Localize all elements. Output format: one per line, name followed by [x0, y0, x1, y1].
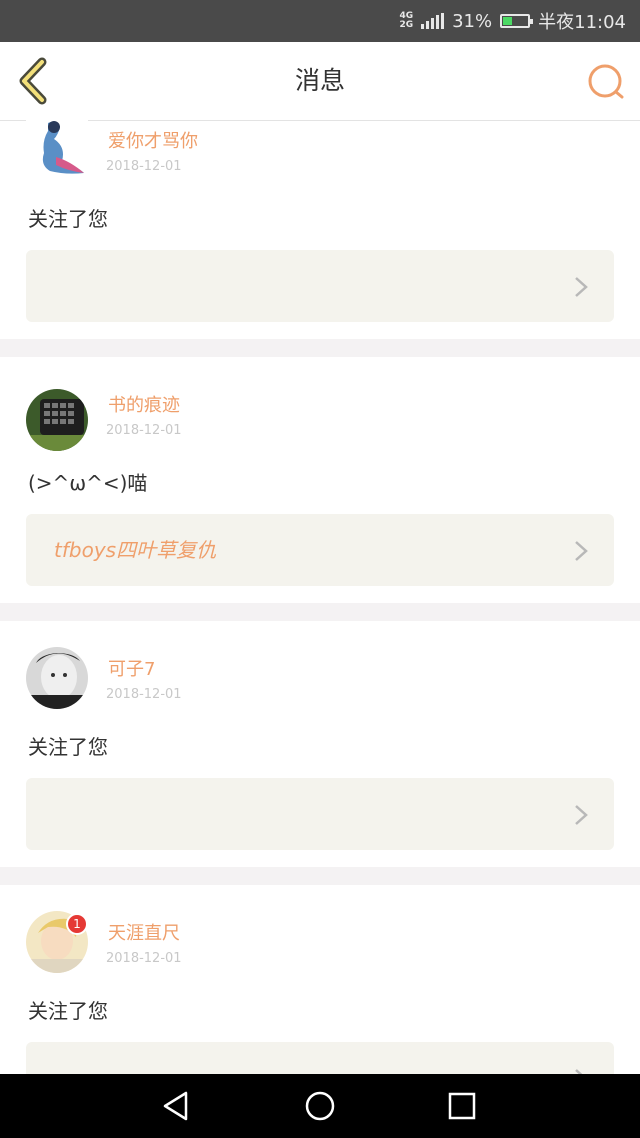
chevron-right-icon — [575, 805, 588, 825]
username[interactable]: 可子7 — [108, 655, 155, 681]
message-list: 爱你才骂你 2018-12-01 关注了您 书的痕迹 2018-12-01 (>… — [0, 117, 640, 1114]
search-button[interactable] — [586, 62, 626, 102]
message-date: 2018-12-01 — [106, 687, 182, 702]
list-item: 可子7 2018-12-01 关注了您 — [0, 621, 640, 867]
message-text: (>^ω^<)喵 — [28, 471, 148, 495]
message-date: 2018-12-01 — [106, 159, 182, 174]
circle-home-icon — [305, 1091, 335, 1121]
signal-icon — [421, 13, 445, 29]
battery-percent: 31% — [452, 10, 493, 32]
status-time: 半夜11:04 — [538, 12, 626, 33]
message-date: 2018-12-01 — [106, 423, 182, 438]
search-icon — [588, 64, 624, 99]
reference-text: tfboys四叶草复仇 — [54, 538, 217, 562]
system-recents-button[interactable] — [446, 1090, 478, 1122]
message-text: 关注了您 — [28, 207, 108, 231]
battery-icon — [500, 14, 534, 28]
network-type: 4G 2G — [399, 11, 414, 30]
notification-badge: 1 — [66, 913, 88, 935]
username[interactable]: 书的痕迹 — [108, 391, 180, 417]
square-recents-icon — [448, 1092, 476, 1120]
avatar[interactable] — [26, 389, 88, 451]
avatar[interactable] — [26, 647, 88, 709]
message-text: 关注了您 — [28, 999, 108, 1023]
status-bar: 4G 2G 31% 半夜11:04 — [0, 0, 640, 42]
avatar[interactable] — [26, 117, 88, 179]
divider — [0, 603, 640, 621]
list-item: 爱你才骂你 2018-12-01 关注了您 — [0, 117, 640, 339]
chevron-right-icon — [575, 277, 588, 297]
message-text: 关注了您 — [28, 735, 108, 759]
reference-link[interactable] — [26, 250, 614, 322]
system-nav-bar — [0, 1074, 640, 1138]
reference-link[interactable]: tfboys四叶草复仇 — [26, 514, 614, 586]
triangle-back-icon — [163, 1091, 188, 1121]
username[interactable]: 爱你才骂你 — [108, 127, 198, 153]
message-date: 2018-12-01 — [106, 951, 182, 966]
divider — [0, 867, 640, 885]
page-title: 消息 — [294, 66, 345, 95]
divider — [0, 339, 640, 357]
header-bar: 消息 — [0, 42, 640, 121]
list-item: 书的痕迹 2018-12-01 (>^ω^<)喵 tfboys四叶草复仇 — [0, 357, 640, 603]
system-back-button[interactable] — [160, 1090, 192, 1122]
reference-link[interactable] — [26, 778, 614, 850]
list-item: 1 天涯直尺 2018-12-01 关注了您 — [0, 885, 640, 1114]
system-home-button[interactable] — [304, 1090, 336, 1122]
status-indicators: 4G 2G 31% 半夜11:04 — [399, 0, 626, 42]
username[interactable]: 天涯直尺 — [108, 919, 180, 945]
chevron-right-icon — [575, 541, 588, 561]
